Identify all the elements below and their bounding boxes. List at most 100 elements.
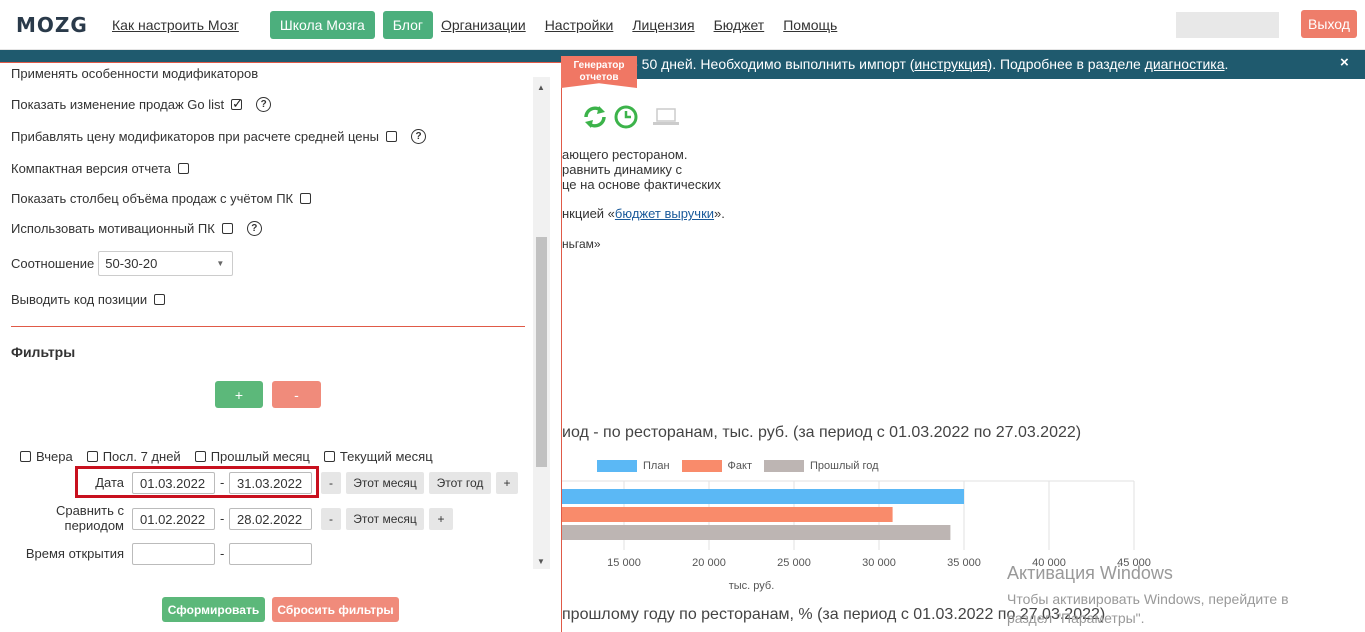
report-generator-ribbon[interactable]: Генератор отчетов xyxy=(561,56,637,88)
bar-0[interactable] xyxy=(562,489,964,504)
position-code-checkbox[interactable] xyxy=(154,294,166,305)
bar-1[interactable] xyxy=(562,507,893,522)
current-month-checkbox[interactable] xyxy=(323,451,335,462)
compare-this-month-button[interactable]: Этот месяц xyxy=(346,508,424,530)
legend-item-plan[interactable]: План xyxy=(597,460,670,472)
compare-label-line: периодом xyxy=(64,518,124,533)
compare-separator: - xyxy=(220,511,225,526)
setting-label: Соотношение xyxy=(11,256,95,271)
bar-2[interactable] xyxy=(562,525,951,540)
nav-help[interactable]: Помощь xyxy=(783,17,837,33)
date-increment-button[interactable]: + xyxy=(496,472,518,494)
date-decrement-button[interactable]: - xyxy=(321,472,341,494)
scrollbar-thumb[interactable] xyxy=(536,237,547,467)
description-line: це на основе фактических xyxy=(562,177,721,192)
remove-filter-button[interactable]: - xyxy=(272,381,321,408)
school-button[interactable]: Школа Мозга xyxy=(269,11,375,39)
legend-item-fact[interactable]: Факт xyxy=(681,460,752,472)
setting-go-list: Показать изменение продаж Go list ? xyxy=(11,96,272,112)
legend-swatch xyxy=(764,460,804,472)
setting-compact: Компактная версия отчета xyxy=(11,161,189,176)
watermark-text: Чтобы активировать Windows, перейдите в … xyxy=(1007,590,1289,628)
motivation-checkbox[interactable] xyxy=(221,223,233,234)
help-icon[interactable]: ? xyxy=(246,221,262,236)
nav-license[interactable]: Лицензия xyxy=(632,17,694,33)
nav-settings[interactable]: Настройки xyxy=(545,17,614,33)
logout-button[interactable]: Выход xyxy=(1301,10,1357,38)
settings-scroll-area[interactable]: Применять особенности модификаторов Пока… xyxy=(0,63,550,569)
this-year-button[interactable]: Этот год xyxy=(429,472,491,494)
scroll-up-icon[interactable]: ▲ xyxy=(537,83,545,92)
compare-decrement-button[interactable]: - xyxy=(321,508,341,530)
description-text: нкцией « xyxy=(562,206,615,221)
scroll-down-icon[interactable]: ▼ xyxy=(537,557,545,566)
setting-row: Применять особенности модификаторов xyxy=(11,67,258,81)
banner-text-pre: ё 50 дней. Необходимо выполнить импорт ( xyxy=(630,56,915,72)
user-account[interactable] xyxy=(1176,12,1279,38)
watermark-title: Активация Windows xyxy=(1007,563,1173,583)
quick-label: Вчера xyxy=(36,449,73,464)
quick-period-options: Вчера Посл. 7 дней Прошлый месяц Текущий… xyxy=(20,449,447,464)
x-tick-label: 35 000 xyxy=(947,557,981,569)
ribbon-line1: Генератор xyxy=(573,60,625,71)
setting-label: Компактная версия отчета xyxy=(11,161,171,176)
yesterday-checkbox[interactable] xyxy=(20,451,31,462)
banner-link-diagnostics[interactable]: диагностика xyxy=(1145,56,1225,72)
compare-label-line: Сравнить с xyxy=(55,503,124,518)
this-month-button[interactable]: Этот месяц xyxy=(346,472,424,494)
quick-label: Прошлый месяц xyxy=(210,449,310,464)
add-filter-button[interactable]: + xyxy=(215,381,263,408)
quick-yesterday[interactable]: Вчера xyxy=(20,449,73,464)
refresh-icon[interactable] xyxy=(582,104,608,130)
settings-scrollbar[interactable]: ▲ ▼ xyxy=(533,77,550,569)
open-time-to-input[interactable] xyxy=(229,543,312,565)
compare-to-input[interactable]: 28.02.2022 xyxy=(229,508,312,530)
ratio-select[interactable]: 50-30-20 ▼ xyxy=(98,251,234,276)
laptop-icon[interactable] xyxy=(652,106,680,128)
generate-report-button[interactable]: Сформировать xyxy=(162,597,265,622)
go-list-checkbox[interactable] xyxy=(231,96,243,112)
banner-text: ё 50 дней. Необходимо выполнить импорт (… xyxy=(630,56,1228,72)
close-icon[interactable]: × xyxy=(1340,54,1349,71)
budget-revenue-link[interactable]: бюджет выручки xyxy=(615,206,714,221)
setting-label: Прибавлять цену модификаторов при расчет… xyxy=(11,129,379,144)
open-time-label: Время открытия xyxy=(25,546,124,561)
blog-button[interactable]: Блог xyxy=(382,11,433,39)
legend-label: План xyxy=(643,460,670,472)
compare-label: Сравнить с периодом xyxy=(40,503,124,533)
banner-link-instruction[interactable]: инструкция xyxy=(914,56,987,72)
add-price-checkbox[interactable] xyxy=(386,131,397,142)
quick-last-month[interactable]: Прошлый месяц xyxy=(194,449,310,464)
top-navbar: MOZG Как настроить Мозг Школа Мозга Блог… xyxy=(0,0,1365,50)
chart-legend: План Факт Прошлый год xyxy=(597,460,879,472)
nav-how-to-setup[interactable]: Как настроить Мозг xyxy=(112,17,239,33)
nav-organizations[interactable]: Организации xyxy=(441,17,526,33)
quick-current-month[interactable]: Текущий месяц xyxy=(323,449,433,464)
last-month-checkbox[interactable] xyxy=(194,451,206,462)
legend-swatch xyxy=(597,460,637,472)
setting-add-modifier-price: Прибавлять цену модификаторов при расчет… xyxy=(11,129,426,144)
description-line: равнить динамику с xyxy=(562,162,683,177)
nav-budget[interactable]: Бюджет xyxy=(714,17,765,33)
report-settings-panel: Применять особенности модификаторов Пока… xyxy=(0,62,562,632)
description-line: ающего рестораном. xyxy=(562,147,688,162)
help-icon[interactable]: ? xyxy=(411,129,426,144)
reset-filters-button[interactable]: Сбросить фильтры xyxy=(272,597,399,622)
open-time-from-input[interactable] xyxy=(132,543,215,565)
ratio-select-value: 50-30-20 xyxy=(105,256,158,271)
highlight-box xyxy=(75,466,319,498)
logo[interactable]: MOZG xyxy=(16,9,87,41)
last-7-days-checkbox[interactable] xyxy=(86,451,98,462)
legend-item-last-year[interactable]: Прошлый год xyxy=(764,460,879,472)
volume-column-checkbox[interactable] xyxy=(300,193,312,204)
help-icon[interactable]: ? xyxy=(256,97,272,112)
setting-label: Использовать мотивационный ПК xyxy=(11,221,215,236)
clock-icon[interactable] xyxy=(614,105,638,129)
quick-label: Текущий месяц xyxy=(339,449,433,464)
x-tick-label: 30 000 xyxy=(862,557,896,569)
compact-checkbox[interactable] xyxy=(178,163,189,174)
logo-text: MOZG xyxy=(16,13,88,37)
quick-last-7-days[interactable]: Посл. 7 дней xyxy=(86,449,181,464)
compare-from-input[interactable]: 01.02.2022 xyxy=(132,508,215,530)
compare-increment-button[interactable]: + xyxy=(429,508,453,530)
